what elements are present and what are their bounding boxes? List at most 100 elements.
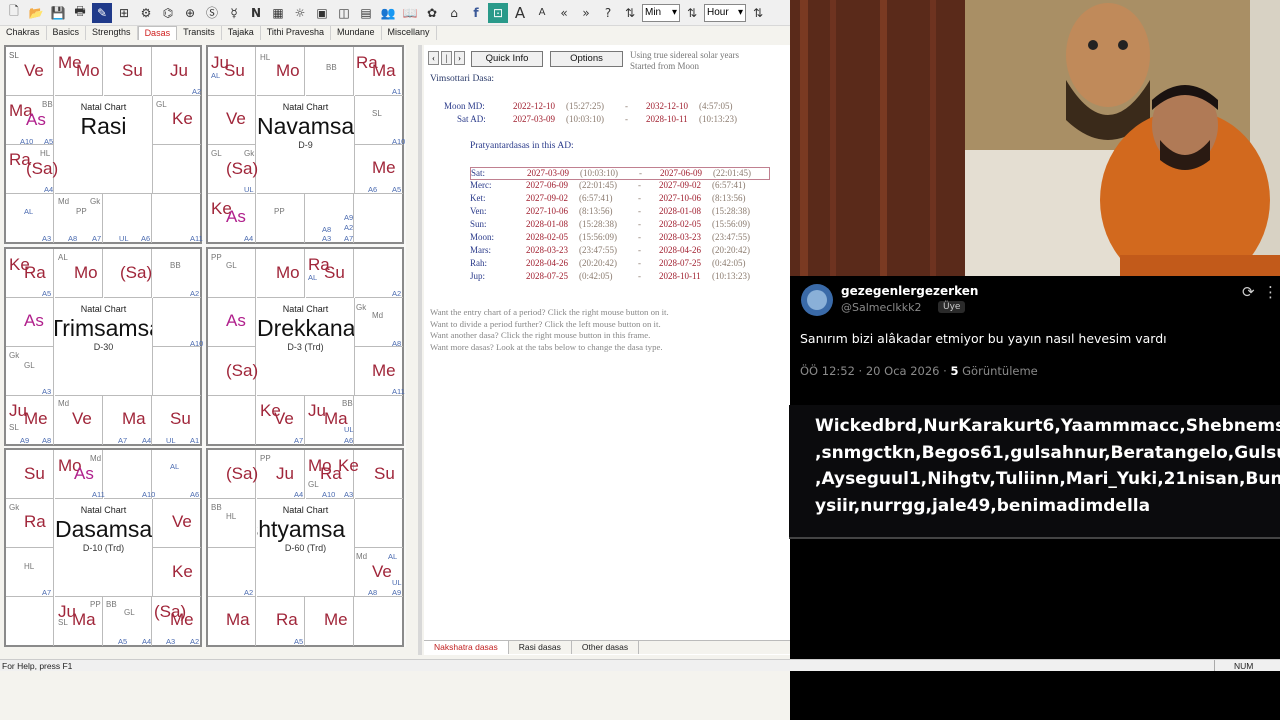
dash: - — [639, 168, 642, 178]
status-help-text: For Help, press F1 — [2, 661, 73, 671]
tab-other-dasas[interactable]: Other dasas — [572, 641, 640, 654]
chart-dasamsa[interactable]: Natal Chart Dasamsa D-10 (Trd) Su Mo As Md A1… — [4, 448, 202, 647]
chart-subtitle: D-10 (Trd) — [82, 543, 125, 553]
pd-row[interactable]: Rah: 2028-04-26 (20:20:42) - 2028-07-25 (0:42… — [470, 258, 770, 271]
hour-select-value: Hour — [707, 7, 729, 18]
pd-row[interactable]: Jup: 2028-07-25 (0:42:05) - 2028-10-11 (10:13… — [470, 271, 770, 284]
pd-end: 2028-03-23 — [659, 232, 701, 242]
tab-tajaka[interactable]: Tajaka — [222, 26, 261, 40]
data-icon[interactable]: ⊞ — [114, 3, 134, 23]
help-icon[interactable]: ? — [598, 3, 618, 23]
nav-pause-button[interactable]: | — [441, 51, 452, 65]
pd-row[interactable]: Ket: 2027-09-02 (6:57:41) - 2027-10-06 (8:13:… — [470, 193, 770, 206]
more-icon[interactable]: ⋮ — [1263, 283, 1278, 301]
md-row[interactable]: Moon MD: 2022-12-10 (15:27:25) - 2032-12… — [444, 101, 784, 114]
chart-center: Natal ChartShashtyamsaD-60 (Trd) — [257, 499, 355, 597]
save-icon[interactable]: 💾 — [48, 3, 68, 23]
minute-step-icon[interactable]: ⇅ — [620, 3, 640, 23]
hour-select[interactable]: Hour ▾ — [704, 3, 746, 22]
dasa-type-tabs: Nakshatra dasas Rasi dasas Other dasas — [424, 640, 790, 654]
nav-back-button[interactable]: ‹ — [428, 51, 439, 65]
facebook-icon[interactable]: f — [466, 3, 486, 23]
sh-icon[interactable]: Ⓢ — [202, 3, 222, 23]
pd-row[interactable]: Sat: 2027-03-09 (10:03:10) - 2027-06-09 (22:0… — [470, 167, 770, 180]
print-icon[interactable]: 🖶 — [70, 3, 90, 23]
n-icon[interactable]: N — [246, 3, 266, 23]
font-small-icon[interactable]: A — [532, 3, 552, 23]
edit-data-icon[interactable]: ✎ — [92, 2, 112, 23]
pd-start: 2028-03-23 — [526, 245, 568, 255]
tab-mundane[interactable]: Mundane — [331, 26, 382, 40]
tab-tithi-pravesha[interactable]: Tithi Pravesha — [261, 26, 331, 40]
hint-line: Want to divide a period further? Click t… — [430, 318, 661, 329]
tab-chakras[interactable]: Chakras — [0, 26, 47, 40]
open-folder-icon[interactable]: 📂 — [26, 3, 46, 23]
splitter[interactable] — [418, 45, 422, 655]
sun-icon[interactable]: ☼ — [290, 3, 310, 23]
jhora-window: 🗋 📂 💾 🖶 ✎ ⊞ ⚙ ⌬ ⊕ Ⓢ ☿ N ▦ ☼ ▣ ◫ ▤ 👥 📖 ✿ … — [0, 0, 790, 720]
planet-icon[interactable]: ☿ — [224, 3, 244, 23]
nav-forward-button[interactable]: › — [454, 51, 465, 65]
tab-transits[interactable]: Transits — [177, 26, 222, 40]
tab-dasas[interactable]: Dasas — [137, 26, 178, 40]
pd-row[interactable]: Ven: 2027-10-06 (8:13:56) - 2028-01-08 (15:28… — [470, 206, 770, 219]
people-icon[interactable]: 👥 — [378, 3, 398, 23]
minute-select-value: Min — [645, 7, 662, 18]
pd-start: 2027-06-09 — [526, 180, 568, 190]
forward-icon[interactable]: » — [576, 3, 596, 23]
app-icon[interactable]: ⊡ — [488, 2, 508, 23]
tab-strengths[interactable]: Strengths — [86, 26, 138, 40]
tab-miscellany[interactable]: Miscellany — [382, 26, 437, 40]
tweet-views: 5 — [950, 364, 959, 378]
sb-icon[interactable]: ▣ — [312, 3, 332, 23]
pd-start-time: (6:57:41) — [579, 193, 613, 203]
dash: - — [638, 245, 641, 255]
house-icon[interactable]: ⌂ — [444, 3, 464, 23]
back-icon[interactable]: « — [554, 3, 574, 23]
pd-end: 2027-09-02 — [659, 180, 701, 190]
chevron-down-icon: ▾ — [737, 7, 743, 18]
new-file-icon[interactable]: 🗋 — [4, 3, 24, 23]
grid-icon[interactable]: ▦ — [268, 3, 288, 23]
chart-navamsa[interactable]: Natal Chart Navamsa D-9 Ju Su AL HL Mo BB Ra M… — [206, 45, 405, 244]
pd-start: 2028-01-08 — [526, 219, 568, 229]
dash: - — [625, 114, 628, 124]
toolbar: 🗋 📂 💾 🖶 ✎ ⊞ ⚙ ⌬ ⊕ Ⓢ ☿ N ▦ ☼ ▣ ◫ ▤ 👥 📖 ✿ … — [0, 0, 790, 26]
font-large-icon[interactable]: A — [510, 3, 530, 23]
chart-trimsamsa[interactable]: Natal ChartTrimsamsaD-30 KeRaA5 ALMo (Sa… — [4, 247, 203, 446]
day-step-icon[interactable]: ⇅ — [748, 3, 768, 23]
md-end-time: (4:57:05) — [699, 101, 733, 111]
pd-row[interactable]: Sun: 2028-01-08 (15:28:38) - 2028-02-05 (15:5… — [470, 219, 770, 232]
pd-row[interactable]: Moon: 2028-02-05 (15:56:09) - 2028-03-23 (23:… — [470, 232, 770, 245]
repost-icon[interactable]: ⟳ — [1242, 283, 1255, 301]
hour-step-icon[interactable]: ⇅ — [682, 3, 702, 23]
tweet-views-label: Görüntüleme — [962, 364, 1038, 378]
chart-name: Trimsamsa — [55, 315, 152, 341]
chart-name: Shashtyamsa — [257, 516, 346, 542]
minute-select[interactable]: Min ▾ — [642, 3, 680, 22]
chart-shashtyamsa[interactable]: Natal ChartShashtyamsaD-60 (Trd) (Sa) PP… — [206, 448, 404, 647]
globe-icon[interactable]: ⊕ — [180, 3, 200, 23]
tab-basics[interactable]: Basics — [47, 26, 87, 40]
chart-name: Dasamsa — [55, 516, 153, 542]
pd-row[interactable]: Merc: 2027-06-09 (22:01:45) - 2027-09-02 (6:5… — [470, 180, 770, 193]
pd-end-time: (6:57:41) — [712, 180, 746, 190]
flower-icon[interactable]: ✿ — [422, 3, 442, 23]
pd-row[interactable]: Mars: 2028-03-23 (23:47:55) - 2028-04-26 (20:… — [470, 245, 770, 258]
chevron-down-icon: ▾ — [671, 7, 677, 18]
chart-center: Natal Chart Navamsa D-9 — [257, 96, 355, 194]
options-button[interactable]: Options — [550, 51, 623, 67]
pd-start: 2028-02-05 — [526, 232, 568, 242]
chart-drekkana[interactable]: Natal Chart Drekkana D-3 (Trd) PP GL Mo Ra S… — [206, 247, 405, 446]
table-icon[interactable]: ▤ — [356, 3, 376, 23]
pd-start-time: (20:20:42) — [579, 258, 617, 268]
ad-row[interactable]: Sat AD: 2027-03-09 (10:03:10) - 2028-10-… — [457, 114, 797, 127]
tab-nakshatra-dasas[interactable]: Nakshatra dasas — [424, 641, 509, 654]
book-icon[interactable]: 📖 — [400, 3, 420, 23]
chart-settings-icon[interactable]: ⚙ — [136, 3, 156, 23]
quick-info-button[interactable]: Quick Info — [471, 51, 543, 67]
calc-icon[interactable]: ⌬ — [158, 3, 178, 23]
tab-rasi-dasas[interactable]: Rasi dasas — [509, 641, 572, 654]
chart-rasi[interactable]: Natal Chart Rasi SL Ve Me Mo Su Ju A2 Ma As BB… — [4, 45, 203, 244]
box-icon[interactable]: ◫ — [334, 3, 354, 23]
